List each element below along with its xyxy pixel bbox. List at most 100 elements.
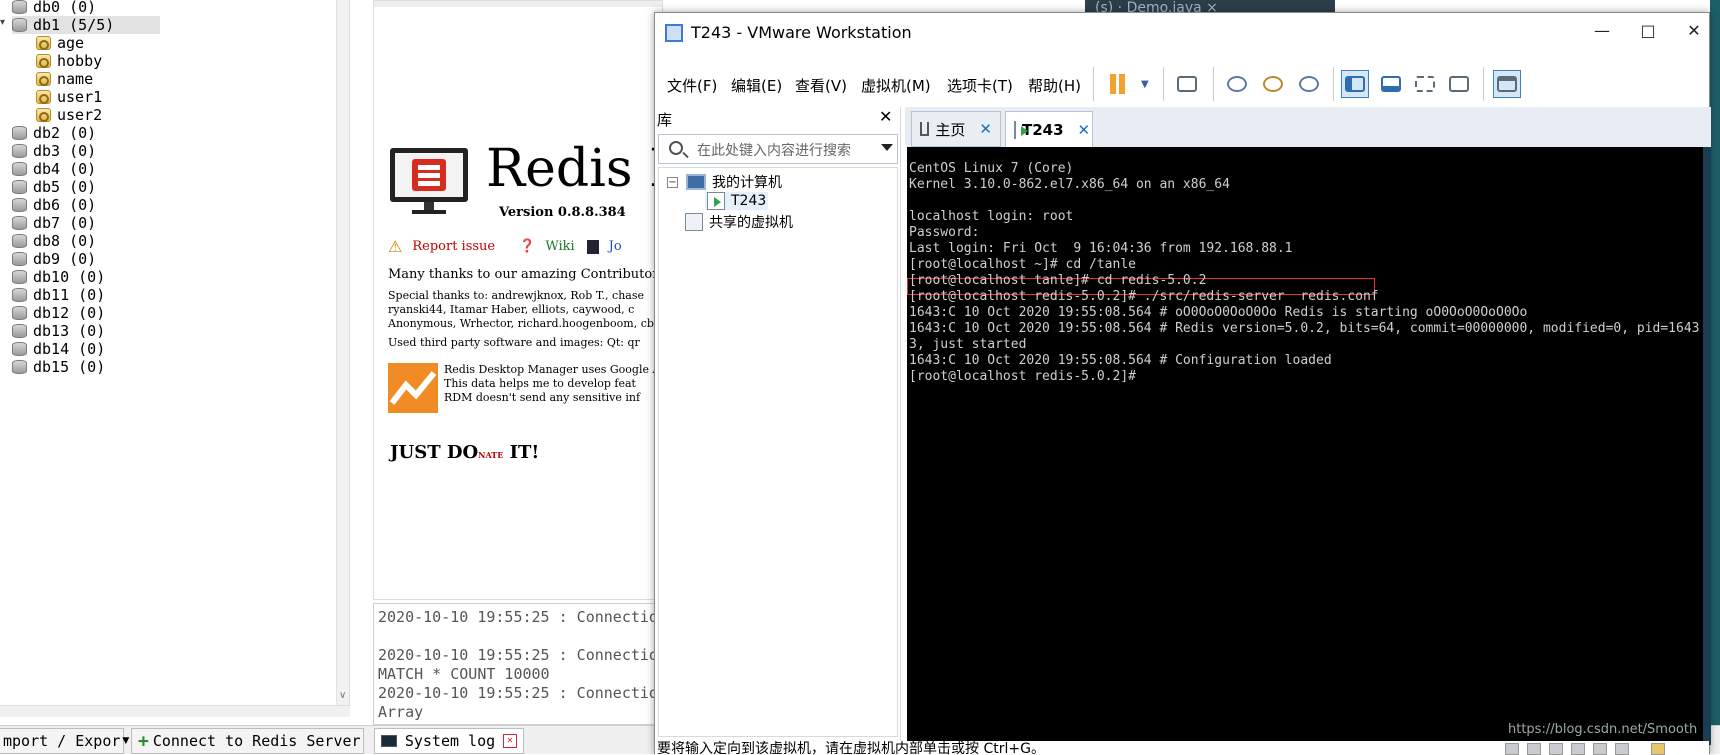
menu-file[interactable]: 文件(F) <box>667 75 717 96</box>
tree-item-label: user1 <box>57 88 103 106</box>
tree-key-item[interactable]: user1 <box>36 88 102 106</box>
hdd-icon[interactable] <box>1505 743 1519 755</box>
special-thanks-text-3: Anonymous, Wrhector, richard.hoogenboom,… <box>388 317 658 330</box>
collapse-arrow-icon[interactable]: ▾ <box>0 17 5 28</box>
tree-db-item[interactable]: db8 (0) <box>12 232 96 250</box>
thumbnail-bar-button[interactable] <box>1377 70 1405 98</box>
pause-button[interactable] <box>1103 70 1131 98</box>
maximize-button[interactable]: □ <box>1633 21 1663 45</box>
connection-tree: ▾ db0 (0) db1 (5/5) age hobby name user1 user2… <box>0 0 350 705</box>
tree-scrollbar[interactable]: ∨ <box>336 0 349 705</box>
console-view-button[interactable] <box>1493 70 1521 98</box>
network-icon[interactable] <box>1549 743 1563 755</box>
cd-icon[interactable] <box>1527 743 1541 755</box>
tree-item-label: db6 (0) <box>33 196 97 214</box>
close-button[interactable]: ✕ <box>1679 21 1709 45</box>
system-log-tab[interactable]: System log ✕ <box>374 728 524 754</box>
console-line: 1643:C 10 Oct 2020 19:55:08.564 # oO0OoO… <box>909 305 1528 320</box>
tree-item-shared-vms[interactable]: 共享的虚拟机 <box>685 212 793 232</box>
toolbar-separator <box>1093 67 1094 101</box>
tree-db-item[interactable]: db5 (0) <box>12 178 96 196</box>
menu-vm[interactable]: 虚拟机(M) <box>861 75 931 96</box>
chevron-down-icon[interactable] <box>881 144 893 151</box>
menu-view[interactable]: 查看(V) <box>795 75 847 96</box>
menu-tabs[interactable]: 选项卡(T) <box>947 75 1013 96</box>
tree-db-item[interactable]: db12 (0) <box>12 304 105 322</box>
printer-icon[interactable] <box>1571 743 1585 755</box>
close-icon[interactable]: ✕ <box>879 107 892 126</box>
message-icon[interactable] <box>1651 743 1665 755</box>
tree-db-item[interactable]: db10 (0) <box>12 268 105 286</box>
tab-home[interactable]: 主页 ✕ <box>911 111 1001 147</box>
vmware-app-icon <box>665 24 683 42</box>
analytics-text-3: RDM doesn't send any sensitive inf <box>444 391 641 404</box>
tree-key-item[interactable]: name <box>36 70 93 88</box>
tree-db-item[interactable]: db2 (0) <box>12 124 96 142</box>
analytics-text-1: Redis Desktop Manager uses Google A <box>444 363 661 376</box>
tree-db-item[interactable]: db6 (0) <box>12 196 96 214</box>
menu-edit[interactable]: 编辑(E) <box>731 75 782 96</box>
donate-link[interactable]: JUST DONATE IT! <box>390 442 539 463</box>
tree-db-item[interactable]: db1 (5/5) <box>12 16 160 34</box>
tree-item-t243[interactable]: T243 <box>705 192 769 210</box>
tree-key-item[interactable]: hobby <box>36 52 102 70</box>
join-link[interactable]: Jo <box>609 239 622 254</box>
database-icon <box>12 144 27 158</box>
console-view-icon <box>1497 76 1517 92</box>
tree-db-item[interactable]: db15 (0) <box>12 358 105 376</box>
vm-tab-bar: 主页 ✕ T243 ✕ <box>905 107 1711 147</box>
tree-item-label: db8 (0) <box>33 232 97 250</box>
tree-item-label: hobby <box>57 52 103 70</box>
tree-item-label: user2 <box>57 106 103 124</box>
tree-horizontal-scrollbar[interactable] <box>0 705 350 717</box>
donate-end-text: IT! <box>503 442 540 463</box>
welcome-panel: Redis I Version 0.8.8.384 ⚠ Report issue… <box>373 0 663 600</box>
vm-console[interactable]: CentOS Linux 7 (Core) Kernel 3.10.0-862.e… <box>907 147 1711 745</box>
tree-db-item[interactable]: db0 (0) <box>12 0 96 16</box>
snapshot-manager-button[interactable] <box>1295 70 1323 98</box>
connect-to-redis-server-button[interactable]: + Connect to Redis Server <box>131 728 364 754</box>
console-scrollbar[interactable] <box>1703 147 1711 745</box>
wiki-link[interactable]: Wiki <box>545 239 574 254</box>
sound-icon[interactable] <box>1615 743 1629 755</box>
import-export-button[interactable]: mport / Expor ▼ <box>0 728 129 754</box>
revert-snapshot-button[interactable] <box>1259 70 1287 98</box>
library-search-input[interactable]: 在此处键入内容进行搜索 <box>658 134 898 164</box>
close-icon[interactable]: ✕ <box>503 734 517 748</box>
send-ctrl-alt-del-button[interactable] <box>1173 70 1201 98</box>
minimize-button[interactable]: — <box>1587 21 1617 45</box>
show-library-button[interactable] <box>1341 70 1369 98</box>
database-icon <box>12 288 27 302</box>
unity-button[interactable] <box>1445 70 1473 98</box>
menu-help[interactable]: 帮助(H) <box>1028 75 1081 96</box>
close-icon[interactable]: ✕ <box>979 120 992 138</box>
library-tree: − 我的计算机 T243 共享的虚拟机 <box>658 167 898 737</box>
tree-db-item[interactable]: db14 (0) <box>12 340 105 358</box>
tree-db-item[interactable]: db11 (0) <box>12 286 105 304</box>
tree-item-label: db14 (0) <box>33 340 106 358</box>
report-issue-link[interactable]: Report issue <box>412 239 495 254</box>
toolbar-separator <box>1333 67 1334 101</box>
shared-vm-icon <box>685 213 703 231</box>
tree-db-item[interactable]: db9 (0) <box>12 250 96 268</box>
close-icon[interactable]: ✕ <box>1078 121 1091 139</box>
console-line: CentOS Linux 7 (Core) <box>909 161 1074 176</box>
tree-db-item[interactable]: db7 (0) <box>12 214 96 232</box>
tree-db-item[interactable]: db13 (0) <box>12 322 105 340</box>
tree-key-item[interactable]: user2 <box>36 106 102 124</box>
tree-db-item[interactable]: db4 (0) <box>12 160 96 178</box>
chevron-down-icon[interactable]: ▼ <box>1141 79 1149 90</box>
snapshot-button[interactable] <box>1223 70 1251 98</box>
search-icon <box>669 141 683 155</box>
home-icon <box>920 122 930 136</box>
tree-db-item[interactable]: db3 (0) <box>12 142 96 160</box>
full-screen-button[interactable] <box>1411 70 1439 98</box>
tab-t243[interactable]: T243 ✕ <box>1005 111 1093 147</box>
usb-icon[interactable] <box>1593 743 1607 755</box>
tree-item-label: db1 (5/5) <box>33 16 115 34</box>
shared-vms-label: 共享的虚拟机 <box>709 215 793 231</box>
collapse-icon[interactable]: − <box>667 176 678 188</box>
tree-item-label: db10 (0) <box>33 268 106 286</box>
tree-key-item[interactable]: age <box>36 34 84 52</box>
tree-item-my-computer[interactable]: − 我的计算机 <box>667 172 782 192</box>
